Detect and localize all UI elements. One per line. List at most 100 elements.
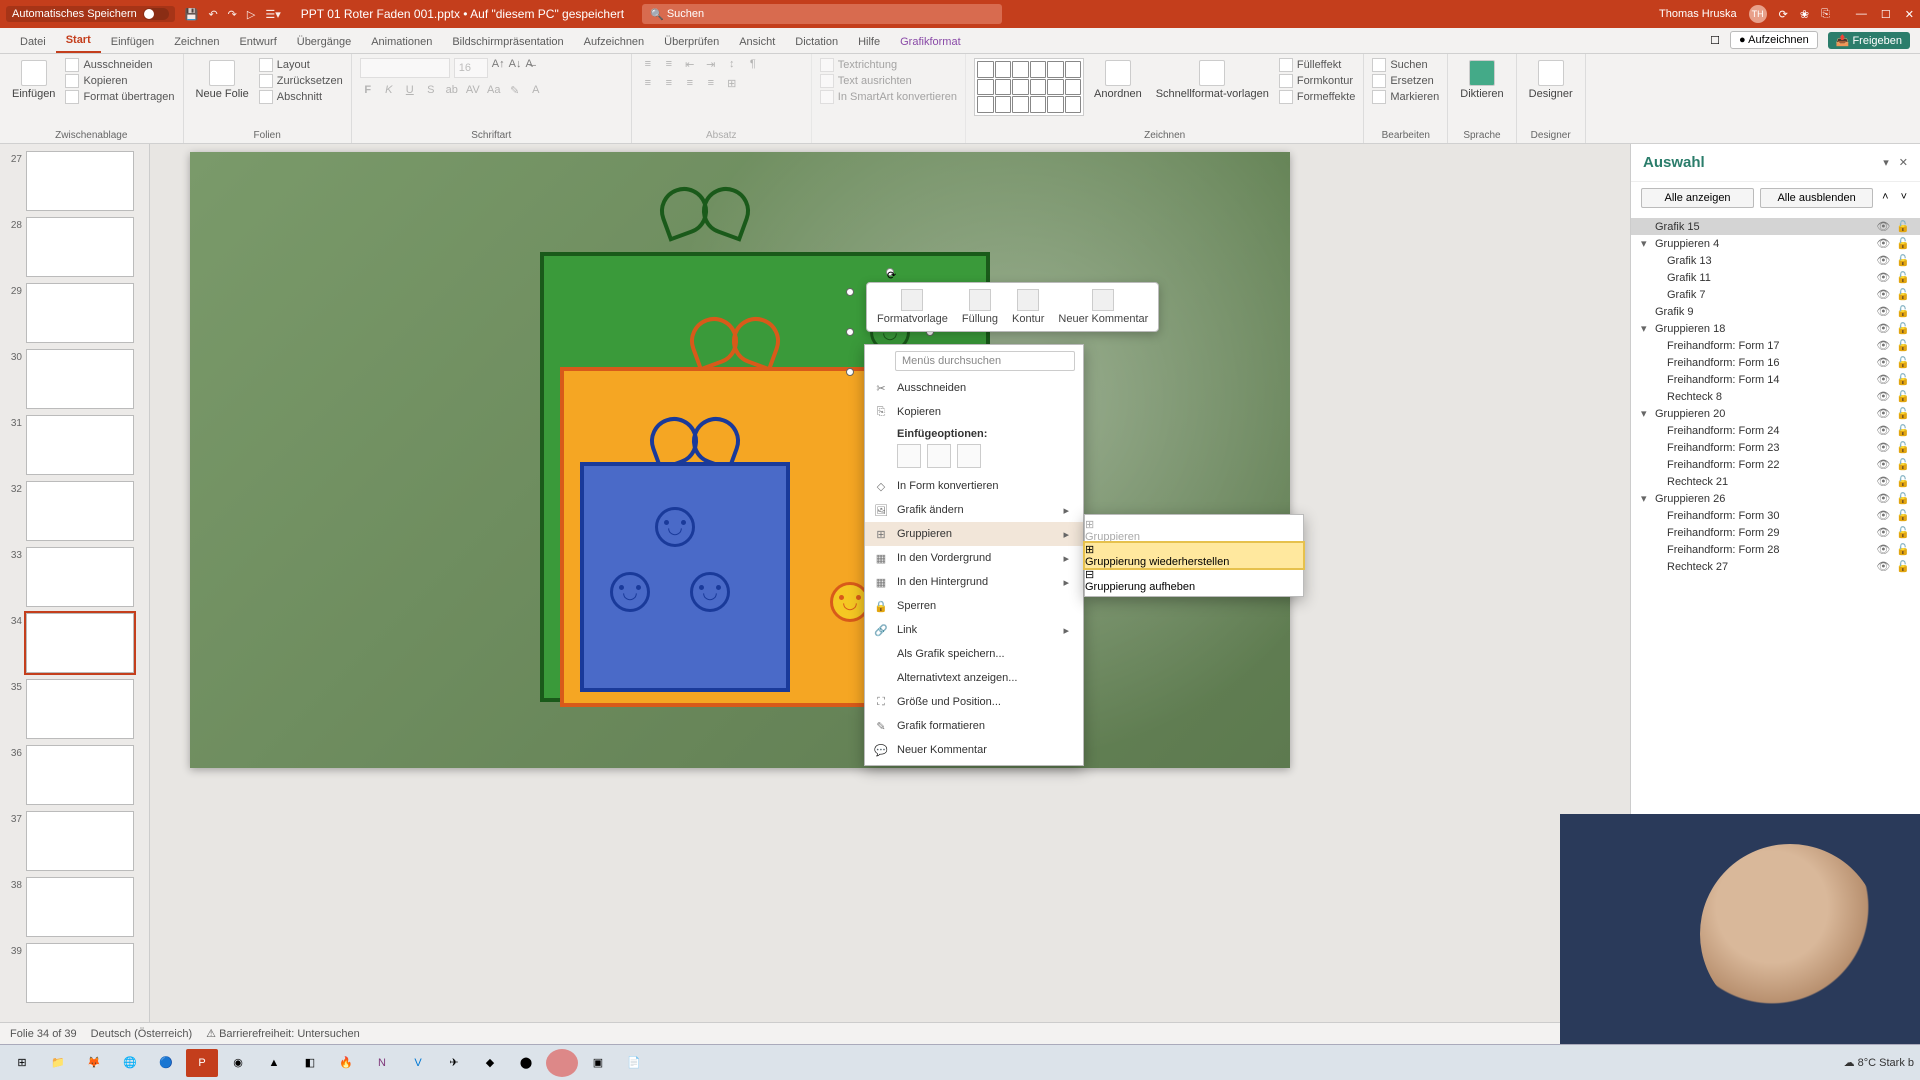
ctx-link[interactable]: 🔗Link▸ xyxy=(865,618,1083,642)
app2-icon[interactable]: ◧ xyxy=(294,1049,326,1077)
telegram-icon[interactable]: ✈ xyxy=(438,1049,470,1077)
accessibility-indicator[interactable]: ⚠ Barrierefreiheit: Untersuchen xyxy=(206,1027,360,1040)
user-name[interactable]: Thomas Hruska xyxy=(1659,8,1737,20)
slide[interactable]: .bow::before,.bow::after{border-color:in… xyxy=(190,152,1290,768)
coming-soon-icon[interactable]: ⎘ xyxy=(1821,8,1830,21)
tab-transitions[interactable]: Übergänge xyxy=(287,31,361,53)
ctx-bring-front[interactable]: ▦In den Vordergrund▸ xyxy=(865,546,1083,570)
ctx-copy[interactable]: ⎘Kopieren xyxy=(865,400,1083,424)
pane-dropdown-icon[interactable]: ▾ xyxy=(1883,156,1889,169)
sub-regroup[interactable]: ⊞Gruppierung wiederherstellen xyxy=(1085,543,1303,568)
tree-node[interactable]: Freihandform: Form 16👁🔓 xyxy=(1631,354,1920,371)
ctx-save-graphic[interactable]: Als Grafik speichern... xyxy=(865,642,1083,666)
layout-button[interactable]: Layout xyxy=(259,58,343,72)
cut-button[interactable]: Ausschneiden xyxy=(65,58,174,72)
tree-node[interactable]: Freihandform: Form 28👁🔓 xyxy=(1631,541,1920,558)
ctx-convert-shape[interactable]: ◇In Form konvertieren xyxy=(865,474,1083,498)
visibility-icon[interactable]: 👁 xyxy=(1876,305,1890,318)
new-slide-button[interactable]: Neue Folie xyxy=(192,58,253,102)
tab-start[interactable]: Start xyxy=(56,29,101,53)
chrome-icon[interactable]: 🌐 xyxy=(114,1049,146,1077)
thumbnail-32[interactable] xyxy=(26,481,134,541)
ctx-lock[interactable]: 🔒Sperren xyxy=(865,594,1083,618)
start-button[interactable]: ⊞ xyxy=(6,1049,38,1077)
tree-node[interactable]: Freihandform: Form 30👁🔓 xyxy=(1631,507,1920,524)
mini-fill-button[interactable]: Füllung xyxy=(956,287,1004,327)
thumbnail-37[interactable] xyxy=(26,811,134,871)
touch-mode-icon[interactable]: ☰▾ xyxy=(265,8,280,21)
lock-icon[interactable]: 🔓 xyxy=(1896,441,1910,454)
app6-icon[interactable]: ▣ xyxy=(582,1049,614,1077)
paste-opt-1[interactable] xyxy=(897,444,921,468)
lock-icon[interactable]: 🔓 xyxy=(1896,373,1910,386)
ctx-send-back[interactable]: ▦In den Hintergrund▸ xyxy=(865,570,1083,594)
visibility-icon[interactable]: 👁 xyxy=(1876,441,1890,454)
reset-button[interactable]: Zurücksetzen xyxy=(259,74,343,88)
font-size-input[interactable] xyxy=(454,58,488,78)
mini-style-button[interactable]: Formatvorlage xyxy=(871,287,954,327)
maximize-icon[interactable]: ☐ xyxy=(1881,8,1891,21)
tree-node[interactable]: ▾Gruppieren 18👁🔓 xyxy=(1631,320,1920,337)
tree-node[interactable]: Grafik 7👁🔓 xyxy=(1631,286,1920,303)
tree-node[interactable]: Grafik 9👁🔓 xyxy=(1631,303,1920,320)
font-family-input[interactable] xyxy=(360,58,450,78)
increase-font-icon[interactable]: A↑ xyxy=(492,58,505,78)
pane-close-icon[interactable]: ✕ xyxy=(1899,156,1908,169)
clear-format-icon[interactable]: A̶ xyxy=(525,58,532,78)
designer-button[interactable]: Designer xyxy=(1525,58,1577,102)
thumbnail-35[interactable] xyxy=(26,679,134,739)
thumbnail-29[interactable] xyxy=(26,283,134,343)
ctx-change-graphic[interactable]: 🖼Grafik ändern▸ xyxy=(865,498,1083,522)
tree-node[interactable]: Grafik 13👁🔓 xyxy=(1631,252,1920,269)
onenote-icon[interactable]: N xyxy=(366,1049,398,1077)
visibility-icon[interactable]: 👁 xyxy=(1876,254,1890,267)
explorer-icon[interactable]: 📁 xyxy=(42,1049,74,1077)
ctx-group[interactable]: ⊞Gruppieren▸ xyxy=(865,522,1083,546)
lock-icon[interactable]: 🔓 xyxy=(1896,305,1910,318)
close-icon[interactable]: ✕ xyxy=(1905,8,1914,21)
redo-icon[interactable]: ↷ xyxy=(228,8,237,21)
replace-button[interactable]: Ersetzen xyxy=(1372,74,1439,88)
tree-node[interactable]: Rechteck 8👁🔓 xyxy=(1631,388,1920,405)
firefox-icon[interactable]: 🦊 xyxy=(78,1049,110,1077)
app3-icon[interactable]: 🔥 xyxy=(330,1049,362,1077)
tree-node[interactable]: ▾Gruppieren 20👁🔓 xyxy=(1631,405,1920,422)
search-box[interactable]: 🔍 Suchen xyxy=(642,4,1002,24)
file-name[interactable]: PPT 01 Roter Faden 001.pptx • Auf "diese… xyxy=(301,7,624,21)
visibility-icon[interactable]: 👁 xyxy=(1876,390,1890,403)
tree-node[interactable]: Freihandform: Form 23👁🔓 xyxy=(1631,439,1920,456)
thumbnail-33[interactable] xyxy=(26,547,134,607)
select-button[interactable]: Markieren xyxy=(1372,90,1439,104)
hide-all-button[interactable]: Alle ausblenden xyxy=(1760,188,1873,208)
visibility-icon[interactable]: 👁 xyxy=(1876,271,1890,284)
undo-icon[interactable]: ↶ xyxy=(208,8,217,21)
tree-node[interactable]: Rechteck 21👁🔓 xyxy=(1631,473,1920,490)
thumbnail-34[interactable] xyxy=(26,613,134,673)
lock-icon[interactable]: 🔓 xyxy=(1896,560,1910,573)
mini-comment-button[interactable]: Neuer Kommentar xyxy=(1052,287,1154,327)
tab-dictation[interactable]: Dictation xyxy=(785,31,848,53)
ctx-format-graphic[interactable]: ✎Grafik formatieren xyxy=(865,714,1083,738)
show-all-button[interactable]: Alle anzeigen xyxy=(1641,188,1754,208)
visibility-icon[interactable]: 👁 xyxy=(1876,288,1890,301)
lock-icon[interactable]: 🔓 xyxy=(1896,390,1910,403)
tree-node[interactable]: Freihandform: Form 24👁🔓 xyxy=(1631,422,1920,439)
tab-review[interactable]: Überprüfen xyxy=(654,31,729,53)
lock-icon[interactable]: 🔓 xyxy=(1896,424,1910,437)
collapse-ribbon-icon[interactable]: ☐ xyxy=(1710,34,1720,47)
sub-ungroup[interactable]: ⊟Gruppierung aufheben xyxy=(1085,568,1303,593)
lock-icon[interactable]: 🔓 xyxy=(1896,526,1910,539)
shapes-gallery[interactable] xyxy=(974,58,1084,116)
visibility-icon[interactable]: 👁 xyxy=(1876,526,1890,539)
copy-button[interactable]: Kopieren xyxy=(65,74,174,88)
app7-icon[interactable]: 📄 xyxy=(618,1049,650,1077)
slide-canvas[interactable]: .bow::before,.bow::after{border-color:in… xyxy=(150,144,1630,1022)
share-button[interactable]: 📤 Freigeben xyxy=(1828,32,1910,49)
tree-node[interactable]: Freihandform: Form 17👁🔓 xyxy=(1631,337,1920,354)
lock-icon[interactable]: 🔓 xyxy=(1896,509,1910,522)
tab-insert[interactable]: Einfügen xyxy=(101,31,164,53)
ctx-new-comment[interactable]: 💬Neuer Kommentar xyxy=(865,738,1083,762)
paste-opt-3[interactable] xyxy=(957,444,981,468)
thumbnail-30[interactable] xyxy=(26,349,134,409)
tab-draw[interactable]: Zeichnen xyxy=(164,31,229,53)
